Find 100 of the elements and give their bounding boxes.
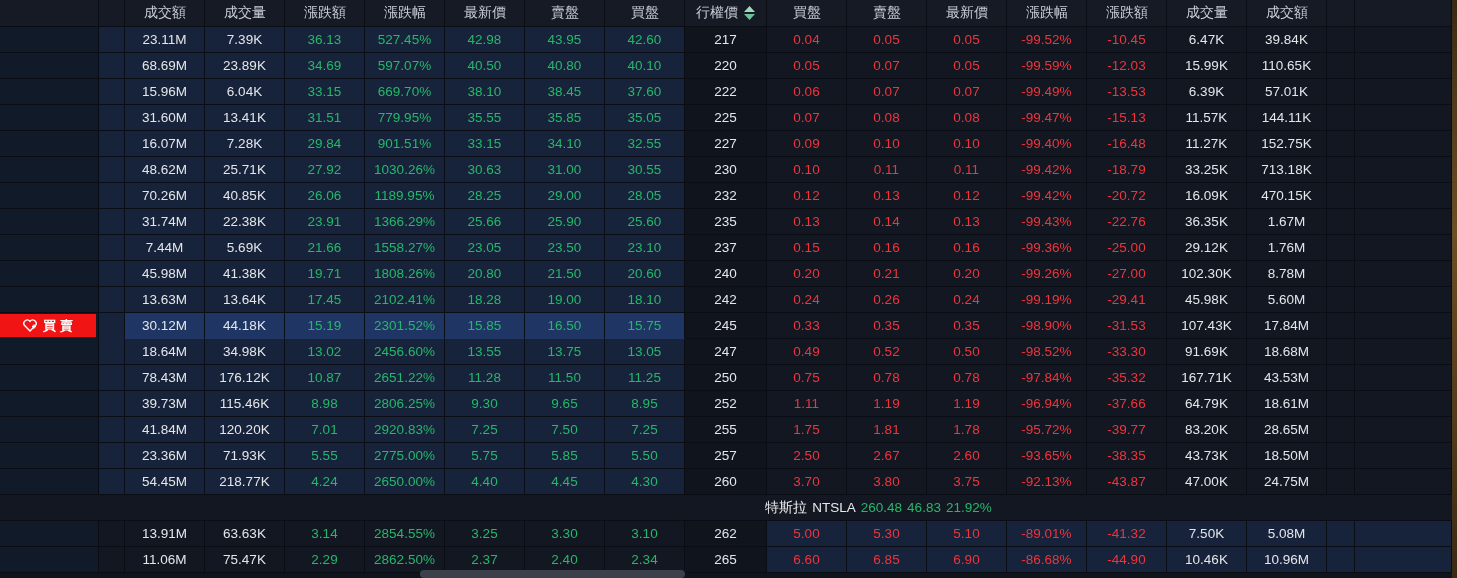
table-cell: 7.50 bbox=[525, 417, 605, 443]
table-cell: 218.77K bbox=[205, 469, 285, 495]
table-cell: 2102.41% bbox=[365, 287, 445, 313]
table-cell: 0.13 bbox=[767, 209, 847, 235]
table-cell: 0.35 bbox=[927, 313, 1007, 339]
table-cell: 4.30 bbox=[605, 469, 685, 495]
column-header[interactable]: 最新價 bbox=[927, 0, 1007, 26]
table-cell: 42.60 bbox=[605, 27, 685, 53]
table-cell: 38.45 bbox=[525, 79, 605, 105]
table-cell: 21.66 bbox=[285, 235, 365, 261]
table-cell: 3.25 bbox=[445, 521, 525, 547]
table-cell: 27.92 bbox=[285, 157, 365, 183]
table-cell: 713.18K bbox=[1247, 157, 1327, 183]
table-cell: 0.07 bbox=[847, 53, 927, 79]
table-cell: 1558.27% bbox=[365, 235, 445, 261]
table-cell: 5.60M bbox=[1247, 287, 1327, 313]
table-cell: 0.05 bbox=[767, 53, 847, 79]
table-cell: 75.47K bbox=[205, 547, 285, 573]
table-cell: 6.85 bbox=[847, 547, 927, 573]
table-cell: 29.00 bbox=[525, 183, 605, 209]
selected-row[interactable]: 買 賣 30.12M 44.18K 15.19 2301.52% 15.85 16.50 15.75 bbox=[0, 313, 685, 339]
table-cell: 5.08M bbox=[1247, 521, 1327, 547]
table-cell: 7.44M bbox=[125, 235, 205, 261]
strike-cell: 252 bbox=[685, 391, 767, 417]
table-cell: 0.50 bbox=[927, 339, 1007, 365]
table-cell: 779.95% bbox=[365, 105, 445, 131]
table-cell: 68.69M bbox=[125, 53, 205, 79]
table-cell: -99.49% bbox=[1007, 79, 1087, 105]
table-cell: -27.00 bbox=[1087, 261, 1167, 287]
column-header[interactable]: 賣盤 bbox=[847, 0, 927, 26]
strike-cell: 240 bbox=[685, 261, 767, 287]
table-cell: 0.10 bbox=[767, 157, 847, 183]
column-header[interactable]: 行權價 bbox=[685, 0, 767, 26]
table-cell: 2.34 bbox=[605, 547, 685, 573]
column-header[interactable]: 漲跌額 bbox=[285, 0, 365, 26]
table-cell: 2854.55% bbox=[365, 521, 445, 547]
table-cell: 2.60 bbox=[927, 443, 1007, 469]
column-header[interactable]: 買盤 bbox=[605, 0, 685, 26]
table-cell: 597.07% bbox=[365, 53, 445, 79]
column-header[interactable]: 最新價 bbox=[445, 0, 525, 26]
table-cell: -29.41 bbox=[1087, 287, 1167, 313]
table-cell: -13.53 bbox=[1087, 79, 1167, 105]
table-cell: 40.50 bbox=[445, 53, 525, 79]
table-cell: 6.39K bbox=[1167, 79, 1247, 105]
table-cell: 1.19 bbox=[927, 391, 1007, 417]
table-cell: 110.65K bbox=[1247, 53, 1327, 79]
column-header[interactable]: 成交量 bbox=[1167, 0, 1247, 26]
column-header[interactable]: 成交額 bbox=[1247, 0, 1327, 26]
table-cell: -20.72 bbox=[1087, 183, 1167, 209]
table-cell: 0.49 bbox=[767, 339, 847, 365]
table-cell: 39.73M bbox=[125, 391, 205, 417]
table-cell: -96.94% bbox=[1007, 391, 1087, 417]
column-header[interactable]: 成交量 bbox=[205, 0, 285, 26]
table-cell: -99.52% bbox=[1007, 27, 1087, 53]
column-header[interactable]: 漲跌幅 bbox=[1007, 0, 1087, 26]
table-cell: -99.42% bbox=[1007, 183, 1087, 209]
scrollbar-thumb[interactable] bbox=[420, 570, 685, 578]
table-cell: 0.06 bbox=[767, 79, 847, 105]
underlying-percent: 21.92% bbox=[945, 500, 992, 515]
table-cell: 6.47K bbox=[1167, 27, 1247, 53]
table-cell: 1.75 bbox=[767, 417, 847, 443]
column-header[interactable]: 漲跌額 bbox=[1087, 0, 1167, 26]
table-cell: 43.95 bbox=[525, 27, 605, 53]
strike-cell: 217 bbox=[685, 27, 767, 53]
table-cell: -12.03 bbox=[1087, 53, 1167, 79]
underlying-symbol: NTSLA bbox=[812, 500, 856, 515]
table-cell: 83.20K bbox=[1167, 417, 1247, 443]
table-cell: 40.80 bbox=[525, 53, 605, 79]
column-header[interactable]: 漲跌幅 bbox=[365, 0, 445, 26]
column-header[interactable]: 成交額 bbox=[125, 0, 205, 26]
table-cell: -37.66 bbox=[1087, 391, 1167, 417]
table-cell: -33.30 bbox=[1087, 339, 1167, 365]
table-cell: 0.14 bbox=[847, 209, 927, 235]
table-cell: 24.75M bbox=[1247, 469, 1327, 495]
table-cell: 35.05 bbox=[605, 105, 685, 131]
underlying-name: 特斯拉 bbox=[765, 498, 808, 517]
table-cell: 0.15 bbox=[767, 235, 847, 261]
table-cell: 9.65 bbox=[525, 391, 605, 417]
strike-cell: 225 bbox=[685, 105, 767, 131]
table-cell: 0.26 bbox=[847, 287, 927, 313]
table-cell: 115.46K bbox=[205, 391, 285, 417]
table-cell: 0.75 bbox=[767, 365, 847, 391]
table-cell: 3.80 bbox=[847, 469, 927, 495]
table-cell: 23.36M bbox=[125, 443, 205, 469]
table-cell: 3.70 bbox=[767, 469, 847, 495]
table-cell: 19.00 bbox=[525, 287, 605, 313]
table-cell: -99.40% bbox=[1007, 131, 1087, 157]
table-cell: 15.75 bbox=[605, 313, 685, 339]
table-cell: 21.50 bbox=[525, 261, 605, 287]
trade-button[interactable]: 買 賣 bbox=[0, 314, 96, 337]
column-header[interactable]: 賣盤 bbox=[525, 0, 605, 26]
table-cell: -99.42% bbox=[1007, 157, 1087, 183]
table-cell: 0.08 bbox=[847, 105, 927, 131]
table-cell: 23.05 bbox=[445, 235, 525, 261]
table-cell: 152.75K bbox=[1247, 131, 1327, 157]
table-cell: -38.35 bbox=[1087, 443, 1167, 469]
table-cell: 120.20K bbox=[205, 417, 285, 443]
table-cell: 2920.83% bbox=[365, 417, 445, 443]
column-header[interactable]: 買盤 bbox=[767, 0, 847, 26]
table-cell: 11.50 bbox=[525, 365, 605, 391]
